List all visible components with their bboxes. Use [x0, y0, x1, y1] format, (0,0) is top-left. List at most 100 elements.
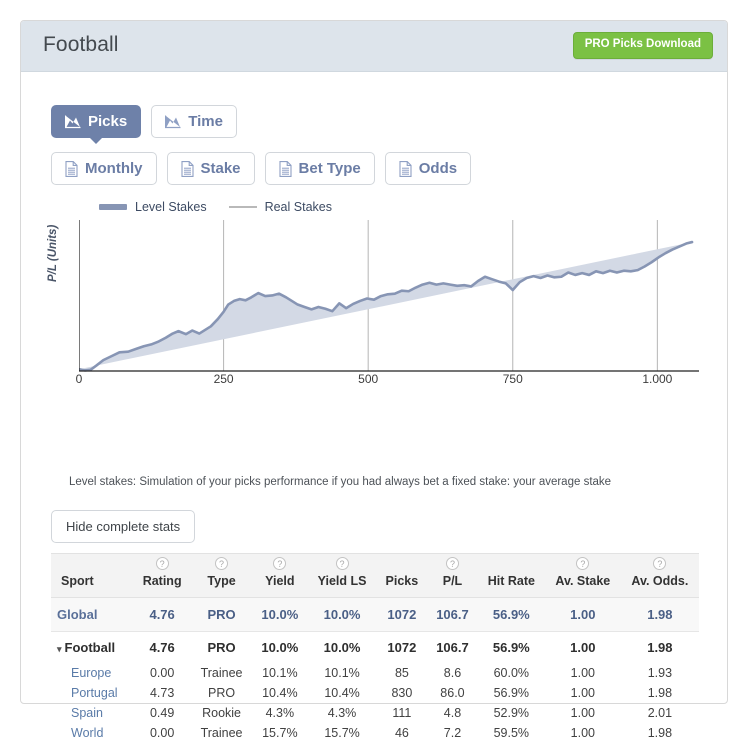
column-header-label: Picks	[386, 574, 419, 588]
secondary-tab-bar: Monthly Stake Bet Type Odds	[51, 152, 471, 185]
table-row[interactable]: Spain0.49Rookie4.3%4.3%1114.852.9%1.002.…	[51, 703, 699, 723]
tab-picks[interactable]: Picks	[51, 105, 141, 138]
table-cell-picks: 85	[377, 663, 428, 683]
table-cell-av_odds: 1.98	[621, 683, 699, 703]
tab-monthly[interactable]: Monthly	[51, 152, 157, 185]
table-cell-sport[interactable]: Europe	[51, 663, 133, 683]
help-icon[interactable]: ?	[576, 557, 589, 570]
legend-entry-real-stakes[interactable]: Real Stakes	[229, 200, 332, 214]
document-icon	[181, 161, 194, 177]
table-cell-sport[interactable]: ▾Football	[51, 632, 133, 664]
table-cell-av_odds: 1.93	[621, 663, 699, 683]
column-header-pl[interactable]: ? P/L	[427, 554, 478, 598]
chart-x-tick-label: 500	[358, 372, 378, 386]
table-cell-rating: 0.00	[133, 723, 191, 743]
chart-y-axis-label: P/L (Units)	[47, 225, 59, 282]
table-row[interactable]: ▾Football4.76PRO10.0%10.0%1072106.756.9%…	[51, 632, 699, 664]
table-cell-av_stake: 1.00	[545, 703, 621, 723]
table-cell-pl: 4.8	[427, 703, 478, 723]
column-header-label: Rating	[143, 574, 182, 588]
table-cell-yield_ls: 10.0%	[308, 598, 377, 632]
help-icon[interactable]: ?	[215, 557, 228, 570]
chart-legend: Level Stakes Real Stakes	[99, 200, 332, 214]
tab-label: Odds	[419, 160, 457, 177]
chart-caption: Level stakes: Simulation of your picks p…	[69, 476, 611, 488]
tab-label: Picks	[88, 113, 127, 130]
tab-odds[interactable]: Odds	[385, 152, 471, 185]
tab-time[interactable]: Time	[151, 105, 237, 138]
table-cell-yield_ls: 10.0%	[308, 632, 377, 664]
table-cell-type: Trainee	[191, 663, 252, 683]
tab-bet-type[interactable]: Bet Type	[265, 152, 375, 185]
caret-down-icon[interactable]: ▾	[57, 644, 62, 655]
page-title: Football	[43, 33, 119, 57]
column-header-rating[interactable]: ? Rating	[133, 554, 191, 598]
table-row[interactable]: Global4.76PRO10.0%10.0%1072106.756.9%1.0…	[51, 598, 699, 632]
table-cell-sport[interactable]: Portugal	[51, 683, 133, 703]
pro-picks-download-button[interactable]: PRO Picks Download	[573, 32, 713, 59]
table-row[interactable]: World0.00Trainee15.7%15.7%467.259.5%1.00…	[51, 723, 699, 743]
column-header-av_odds[interactable]: ?Av. Odds.	[621, 554, 699, 598]
table-row[interactable]: Portugal4.73PRO10.4%10.4%83086.056.9%1.0…	[51, 683, 699, 703]
stats-table-head: Sport? Rating ?Type?Yield?Yield LS Picks? P/…	[51, 554, 699, 598]
sport-label[interactable]: Football	[65, 640, 116, 655]
table-cell-yield: 10.0%	[252, 598, 307, 632]
sport-label[interactable]: Global	[57, 607, 97, 622]
sport-label[interactable]: Europe	[57, 666, 111, 680]
help-icon-placeholder	[484, 557, 539, 574]
table-cell-hit_rate: 59.5%	[478, 723, 545, 743]
column-header-sport[interactable]: Sport	[51, 554, 133, 598]
chart-block: Level Stakes Real Stakes P/L (Units) 025…	[51, 200, 699, 392]
hide-complete-stats-button[interactable]: Hide complete stats	[51, 510, 195, 543]
stats-panel: Football PRO Picks Download Picks Time Mo…	[20, 20, 728, 704]
legend-swatch-real-stakes-icon	[229, 206, 257, 208]
help-icon[interactable]: ?	[653, 557, 666, 570]
legend-swatch-level-stakes-icon	[99, 204, 127, 210]
tab-stake[interactable]: Stake	[167, 152, 255, 185]
legend-label-level-stakes: Level Stakes	[135, 200, 207, 214]
table-cell-type: Trainee	[191, 723, 252, 743]
table-cell-pl: 86.0	[427, 683, 478, 703]
sport-label[interactable]: World	[57, 726, 103, 740]
table-cell-av_stake: 1.00	[545, 632, 621, 664]
legend-entry-level-stakes[interactable]: Level Stakes	[99, 200, 207, 214]
table-cell-yield: 10.4%	[252, 683, 307, 703]
column-header-hit_rate[interactable]: Hit Rate	[478, 554, 545, 598]
help-icon[interactable]: ?	[156, 557, 169, 570]
document-icon	[65, 161, 78, 177]
sport-label[interactable]: Portugal	[57, 686, 118, 700]
table-cell-type: PRO	[191, 598, 252, 632]
table-cell-picks: 111	[377, 703, 428, 723]
table-cell-yield_ls: 10.1%	[308, 663, 377, 683]
column-header-yield_ls[interactable]: ?Yield LS	[308, 554, 377, 598]
sport-label[interactable]: Spain	[57, 706, 103, 720]
table-cell-rating: 4.76	[133, 632, 191, 664]
table-cell-rating: 0.00	[133, 663, 191, 683]
table-cell-type: PRO	[191, 683, 252, 703]
primary-tab-bar: Picks Time	[51, 105, 237, 138]
help-icon-placeholder	[61, 557, 127, 574]
help-icon[interactable]: ?	[336, 557, 349, 570]
column-header-yield[interactable]: ?Yield	[252, 554, 307, 598]
tab-label: Monthly	[85, 160, 143, 177]
table-cell-picks: 1072	[377, 598, 428, 632]
table-cell-hit_rate: 52.9%	[478, 703, 545, 723]
column-header-type[interactable]: ?Type	[191, 554, 252, 598]
column-header-picks[interactable]: Picks	[377, 554, 428, 598]
table-row[interactable]: Europe0.00Trainee10.1%10.1%858.660.0%1.0…	[51, 663, 699, 683]
table-cell-yield_ls: 15.7%	[308, 723, 377, 743]
column-header-label: P/L	[443, 574, 462, 588]
tab-label: Stake	[201, 160, 241, 177]
help-icon[interactable]: ?	[446, 557, 459, 570]
stats-table-body: Global4.76PRO10.0%10.0%1072106.756.9%1.0…	[51, 598, 699, 743]
chart-x-axis-labels: 02505007501.000	[79, 372, 699, 392]
help-icon[interactable]: ?	[273, 557, 286, 570]
chart-svg	[79, 220, 699, 372]
column-header-label: Hit Rate	[488, 574, 535, 588]
table-cell-sport[interactable]: Spain	[51, 703, 133, 723]
table-cell-sport[interactable]: Global	[51, 598, 133, 632]
table-cell-sport[interactable]: World	[51, 723, 133, 743]
column-header-av_stake[interactable]: ?Av. Stake	[545, 554, 621, 598]
chart-x-tick-label: 750	[503, 372, 523, 386]
chart-area-fill	[79, 242, 692, 370]
